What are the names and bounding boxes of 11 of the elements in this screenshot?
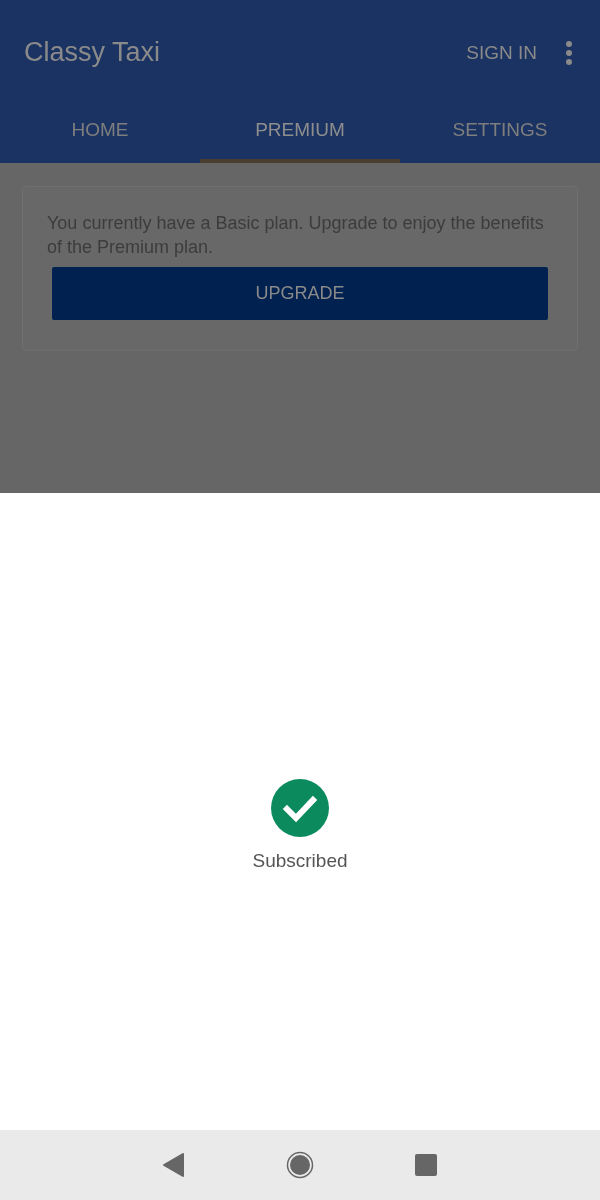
tab[interactable]: SETTINGS bbox=[400, 105, 600, 163]
upgrade-button[interactable]: UPGRADE bbox=[52, 267, 548, 320]
tab[interactable]: HOME bbox=[0, 105, 200, 163]
more-options-icon[interactable] bbox=[565, 40, 573, 65]
recents-icon[interactable] bbox=[415, 1154, 438, 1176]
sign-in-button[interactable]: SIGN IN bbox=[466, 41, 537, 64]
home-icon[interactable] bbox=[286, 1151, 314, 1179]
back-icon[interactable] bbox=[162, 1153, 185, 1177]
check-circle-icon bbox=[270, 777, 330, 838]
app-title: Classy Taxi bbox=[24, 37, 162, 68]
status-text: Subscribed bbox=[252, 849, 348, 872]
